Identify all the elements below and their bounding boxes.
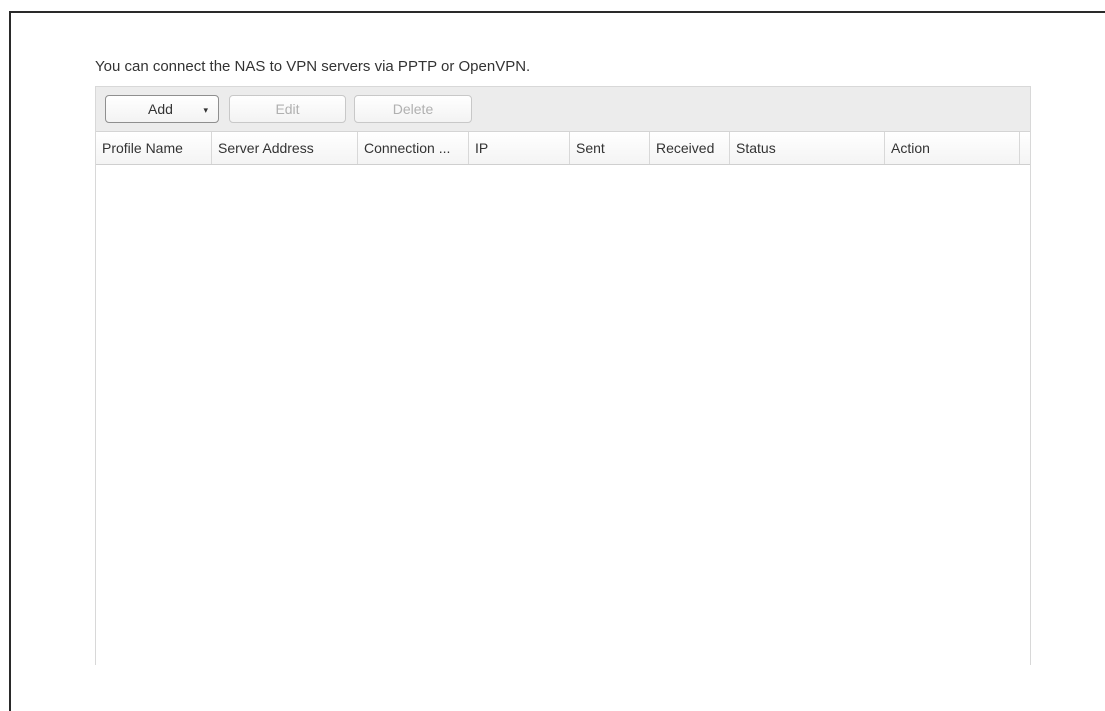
vpn-profiles-panel: Add ▾ Edit Delete Profile Name Server Ad… (95, 86, 1031, 665)
column-header-server-address[interactable]: Server Address (212, 132, 358, 164)
table-body (96, 165, 1030, 665)
column-header-sent[interactable]: Sent (570, 132, 650, 164)
column-header-connection[interactable]: Connection ... (358, 132, 469, 164)
add-button-label: Add (148, 101, 173, 117)
column-header-status[interactable]: Status (730, 132, 885, 164)
vpn-description-text: You can connect the NAS to VPN servers v… (95, 58, 531, 75)
column-header-profile-name[interactable]: Profile Name (96, 132, 212, 164)
toolbar: Add ▾ Edit Delete (96, 87, 1030, 132)
column-header-filler (1020, 132, 1030, 164)
edit-button[interactable]: Edit (229, 95, 346, 123)
delete-button[interactable]: Delete (354, 95, 472, 123)
column-header-received[interactable]: Received (650, 132, 730, 164)
add-dropdown-button[interactable]: Add ▾ (105, 95, 219, 123)
chevron-down-icon: ▾ (203, 105, 208, 115)
column-header-action[interactable]: Action (885, 132, 1020, 164)
column-header-ip[interactable]: IP (469, 132, 570, 164)
table-header: Profile Name Server Address Connection .… (96, 132, 1030, 165)
